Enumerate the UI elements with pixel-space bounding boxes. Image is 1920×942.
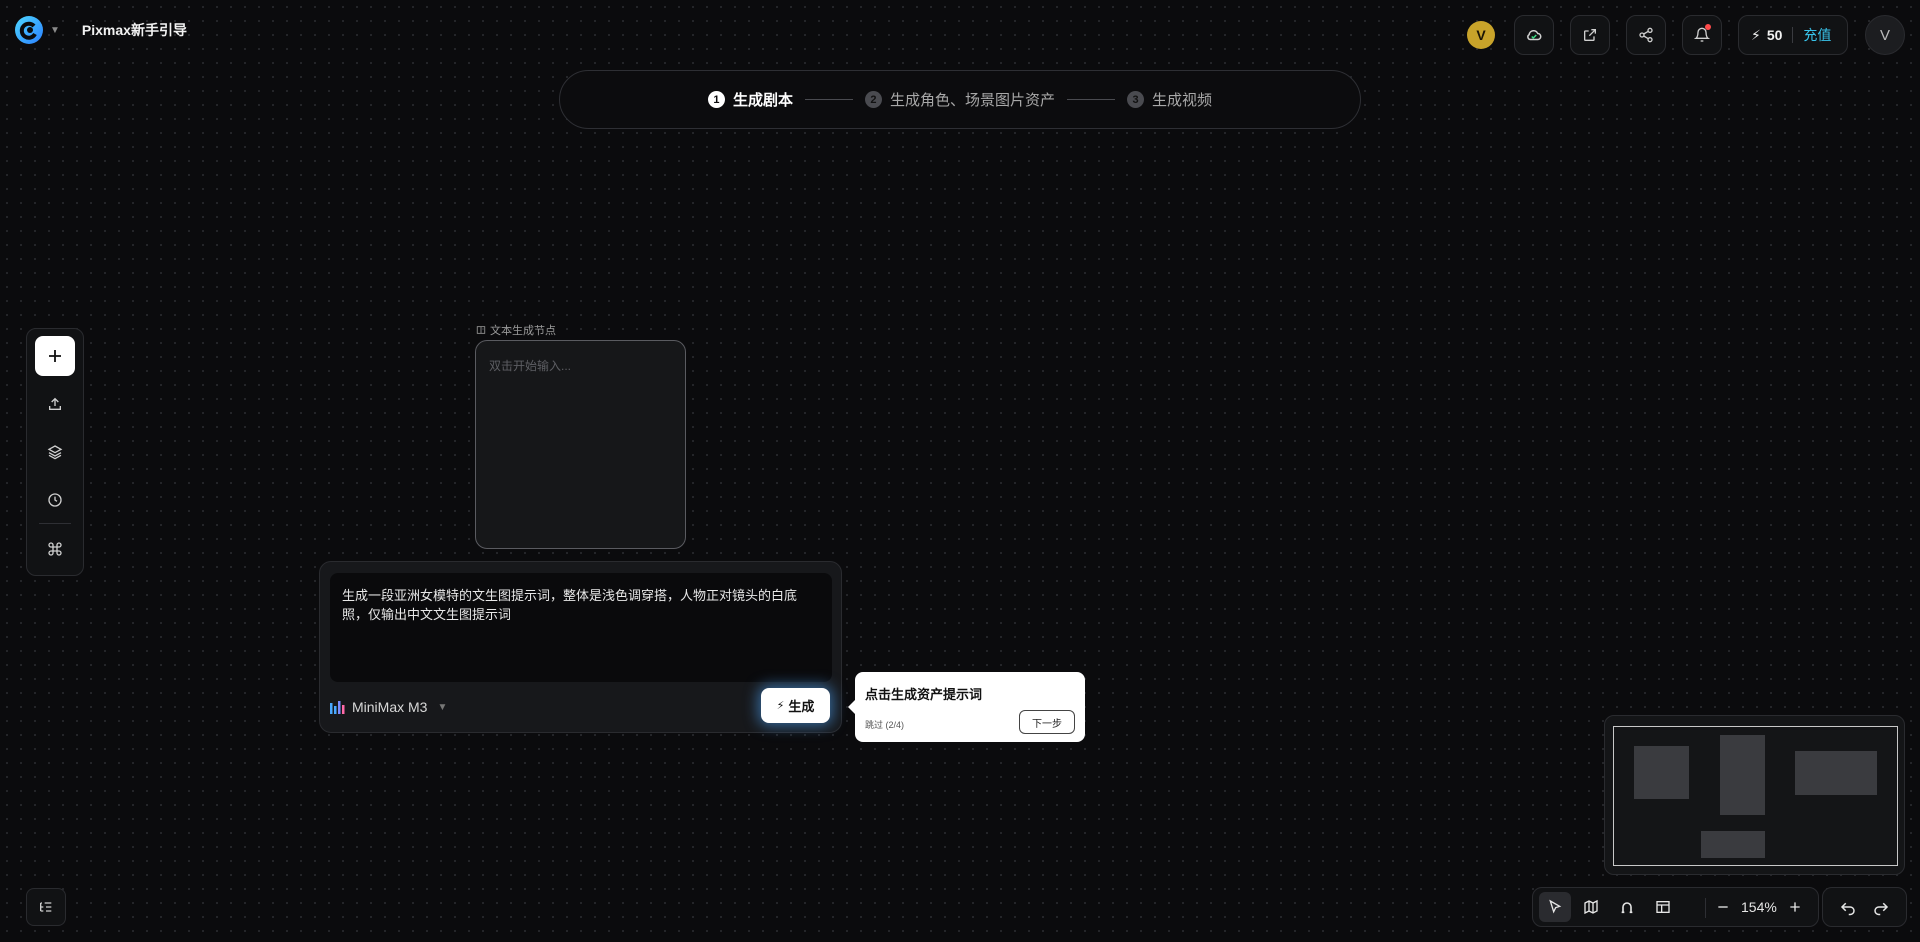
- chevron-down-icon: ▼: [437, 701, 448, 713]
- minimap-node: [1701, 831, 1765, 858]
- onboarding-tooltip: 点击生成资产提示词 跳过 (2/4) 下一步: [848, 672, 1085, 742]
- onboarding-steps: 1 生成剧本 2 生成角色、场景图片资产 3 生成视频: [559, 70, 1361, 129]
- minimap[interactable]: [1604, 715, 1905, 875]
- step-label: 生成剧本: [732, 92, 793, 109]
- upload-icon: [49, 397, 61, 410]
- skip-link[interactable]: 跳过 (2/4): [865, 718, 904, 731]
- select-tool[interactable]: [1539, 892, 1571, 922]
- brand: ▼ Pixmax新手引导: [14, 14, 187, 46]
- layout-icon: [1656, 901, 1670, 913]
- lightning-icon: ⚡: [1751, 26, 1761, 43]
- add-icon: [49, 350, 61, 362]
- magnet-icon: [1621, 902, 1633, 914]
- text-node-title: 文本生成节点: [490, 325, 556, 337]
- cursor-icon: [1549, 899, 1562, 914]
- step-number: 1: [707, 91, 725, 108]
- history-button[interactable]: [35, 480, 75, 520]
- cloud-sync-button[interactable]: [1514, 15, 1554, 55]
- next-step-button[interactable]: 下一步: [1019, 710, 1075, 734]
- prompt-input[interactable]: 生成一段亚洲女模特的文生图提示词，整体是浅色调穿搭，人物正对镜头的白底照，仅输出…: [330, 573, 832, 682]
- model-name: MiniMax M3: [352, 699, 428, 715]
- prompt-panel: 生成一段亚洲女模特的文生图提示词，整体是浅色调穿搭，人物正对镜头的白底照，仅输出…: [319, 561, 842, 733]
- left-toolbar: [26, 328, 84, 576]
- chevron-down-icon[interactable]: ▼: [50, 25, 60, 36]
- text-node-placeholder: 双击开始输入...: [489, 359, 572, 373]
- cloud-sync-icon: [1527, 29, 1542, 41]
- zoom-in-icon[interactable]: [1787, 899, 1803, 915]
- upload-button[interactable]: [35, 384, 75, 424]
- step-1[interactable]: 1 生成剧本: [707, 89, 793, 110]
- divider: [1705, 898, 1706, 918]
- connect-tool[interactable]: [1611, 892, 1643, 922]
- history-icon: [48, 493, 62, 507]
- project-title[interactable]: Pixmax新手引导: [82, 20, 187, 40]
- share-icon: [1639, 27, 1653, 43]
- step-connector: [804, 99, 853, 100]
- external-link-icon: [1584, 29, 1596, 41]
- layers-button[interactable]: [35, 432, 75, 472]
- minimap-node: [1720, 735, 1765, 815]
- shortcuts-button[interactable]: [35, 529, 75, 569]
- redo-icon[interactable]: [1872, 898, 1890, 916]
- minimap-node: [1634, 746, 1689, 799]
- text-node[interactable]: 双击开始输入...: [475, 340, 686, 549]
- lightning-icon: ⚡: [776, 700, 785, 712]
- step-connector: [1067, 99, 1115, 100]
- zoom-level[interactable]: 154%: [1741, 899, 1777, 915]
- notifications-button[interactable]: [1682, 15, 1722, 55]
- tooltip-title: 点击生成资产提示词: [865, 687, 983, 702]
- history-controls: [1822, 887, 1907, 927]
- minimap-viewport[interactable]: [1613, 726, 1898, 866]
- generate-label: 生成: [788, 699, 815, 714]
- text-node-label: 文本生成节点: [476, 322, 556, 338]
- step-number: 3: [1127, 91, 1144, 108]
- step-3[interactable]: 3 生成视频: [1127, 89, 1212, 110]
- credits-widget[interactable]: ⚡ 50 充值: [1738, 15, 1848, 55]
- user-badge[interactable]: V: [1467, 21, 1495, 49]
- divider: [1792, 27, 1794, 43]
- notification-dot: [1705, 24, 1711, 30]
- list-tree-icon: [40, 902, 52, 912]
- open-external-button[interactable]: [1570, 15, 1610, 55]
- model-bars-icon: [330, 701, 345, 714]
- layers-icon: [47, 445, 63, 460]
- pixmax-logo-icon[interactable]: [14, 15, 44, 45]
- divider: [39, 523, 71, 524]
- map-tool[interactable]: [1575, 892, 1607, 922]
- outline-button[interactable]: [26, 888, 66, 926]
- minimap-node: [1795, 751, 1877, 795]
- credits-count: 50: [1766, 27, 1783, 43]
- step-2[interactable]: 2 生成角色、场景图片资产: [864, 89, 1055, 110]
- recharge-button[interactable]: 充值: [1803, 25, 1831, 45]
- undo-icon[interactable]: [1839, 898, 1857, 916]
- zoom-out-icon[interactable]: [1715, 899, 1731, 915]
- generate-button[interactable]: ⚡ 生成: [761, 688, 830, 723]
- zoom-controls: 154%: [1715, 888, 1803, 926]
- map-icon: [1584, 899, 1598, 915]
- model-selector[interactable]: MiniMax M3 ▼: [330, 699, 447, 715]
- share-button[interactable]: [1626, 15, 1666, 55]
- step-number: 2: [864, 91, 882, 108]
- layout-tool[interactable]: [1647, 892, 1679, 922]
- text-node-icon: [476, 326, 486, 334]
- add-node-button[interactable]: [35, 336, 75, 376]
- command-icon: [48, 542, 62, 556]
- avatar[interactable]: V: [1865, 15, 1905, 55]
- canvas-toolbar: 154%: [1532, 887, 1819, 927]
- step-label: 生成角色、场景图片资产: [889, 92, 1055, 109]
- step-label: 生成视频: [1152, 92, 1213, 109]
